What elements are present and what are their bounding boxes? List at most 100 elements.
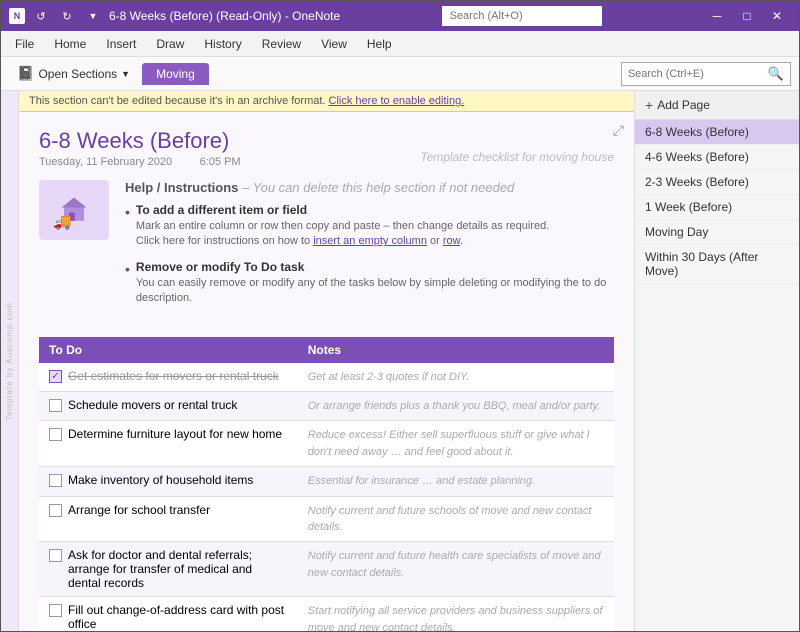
undo-btn[interactable]: ↺ bbox=[31, 6, 51, 26]
toolbar-left: 📓 Open Sections ▼ Moving bbox=[9, 61, 617, 86]
notes-text: Notify current and future health care sp… bbox=[308, 550, 601, 578]
todo-checkbox[interactable] bbox=[49, 399, 62, 412]
time-text: 6:05 PM bbox=[200, 156, 241, 168]
notes-text: Notify current and future schools of mov… bbox=[308, 505, 592, 533]
todo-text: Get estimates for movers or rental truck bbox=[68, 369, 279, 383]
watermark-strip: Template by Auscomp.com bbox=[1, 91, 19, 631]
search-input[interactable] bbox=[622, 65, 762, 83]
notes-cell: Get at least 2-3 quotes if not DIY. bbox=[298, 363, 614, 392]
date-text: Tuesday, 11 February 2020 bbox=[39, 156, 172, 168]
window-controls: ─ □ ✕ bbox=[703, 7, 791, 25]
close-btn[interactable]: ✕ bbox=[763, 7, 791, 25]
table-header-row: To Do Notes bbox=[39, 337, 614, 363]
help-remove-title: Remove or modify To Do task bbox=[136, 260, 614, 274]
title-search-input[interactable] bbox=[442, 6, 602, 26]
todo-cell: Arrange for school transfer bbox=[39, 496, 298, 542]
todo-text: Ask for doctor and dental referrals; arr… bbox=[68, 548, 288, 590]
onenote-icon: N bbox=[9, 8, 25, 24]
help-item-add-content: To add a different item or field Mark an… bbox=[136, 203, 549, 250]
minimize-btn[interactable]: ─ bbox=[703, 7, 731, 25]
insert-column-link[interactable]: insert an empty column bbox=[313, 235, 427, 247]
table-row: Make inventory of household items Essent… bbox=[39, 467, 614, 496]
toolbar-search: 🔍 bbox=[621, 62, 791, 86]
todo-table: To Do Notes ✓ Get estimates for movers o… bbox=[39, 337, 614, 631]
menu-view[interactable]: View bbox=[311, 34, 357, 54]
help-item-add: • To add a different item or field Mark … bbox=[125, 203, 614, 250]
table-row: ✓ Get estimates for movers or rental tru… bbox=[39, 363, 614, 392]
more-btn[interactable]: ▼ bbox=[83, 6, 103, 26]
enable-editing-link[interactable]: Click here to enable editing. bbox=[329, 95, 465, 107]
section-tab-moving[interactable]: Moving bbox=[142, 63, 209, 85]
add-page-button[interactable]: + Add Page bbox=[635, 91, 799, 120]
search-icon[interactable]: 🔍 bbox=[762, 63, 790, 85]
watermark-text: Template by Auscomp.com bbox=[5, 302, 14, 421]
todo-checkbox[interactable] bbox=[49, 604, 62, 617]
help-title: Help / Instructions – You can delete thi… bbox=[125, 180, 614, 195]
todo-checkbox[interactable]: ✓ bbox=[49, 370, 62, 383]
chevron-down-icon: ▼ bbox=[121, 69, 130, 79]
notes-cell: Reduce excess! Either sell superfluous s… bbox=[298, 421, 614, 467]
todo-text: Make inventory of household items bbox=[68, 473, 253, 487]
help-section: 🚚 Help / Instructions – You can delete t… bbox=[39, 180, 614, 317]
sidebar-page-item[interactable]: Within 30 Days (After Move) bbox=[635, 245, 799, 284]
todo-cell: Make inventory of household items bbox=[39, 467, 298, 496]
page-content: ⤢ 6-8 Weeks (Before) Tuesday, 11 Februar… bbox=[19, 112, 634, 631]
todo-checkbox[interactable] bbox=[49, 504, 62, 517]
notes-text: Essential for insurance … and estate pla… bbox=[308, 475, 535, 487]
menu-home[interactable]: Home bbox=[44, 34, 96, 54]
moving-truck-icon: 🚚 bbox=[39, 180, 109, 240]
sidebar-pages: 6-8 Weeks (Before)4-6 Weeks (Before)2-3 … bbox=[635, 120, 799, 631]
todo-text: Arrange for school transfer bbox=[68, 503, 210, 517]
right-sidebar: + Add Page 6-8 Weeks (Before)4-6 Weeks (… bbox=[634, 91, 799, 631]
warning-bar: This section can't be edited because it'… bbox=[19, 91, 634, 112]
help-add-text: Mark an entire column or row then copy a… bbox=[136, 219, 549, 250]
todo-text: Schedule movers or rental truck bbox=[68, 398, 237, 412]
redo-btn[interactable]: ↻ bbox=[57, 6, 77, 26]
sidebar-page-item[interactable]: 2-3 Weeks (Before) bbox=[635, 170, 799, 195]
help-item-remove-content: Remove or modify To Do task You can easi… bbox=[136, 260, 614, 307]
bullet-icon-2: • bbox=[125, 260, 130, 307]
help-subtitle-text: – You can delete this help section if no… bbox=[242, 180, 514, 195]
table-row: Fill out change-of-address card with pos… bbox=[39, 597, 614, 631]
open-sections-button[interactable]: 📓 Open Sections ▼ bbox=[9, 61, 138, 86]
window-title: 6-8 Weeks (Before) (Read-Only) - OneNote bbox=[109, 9, 340, 23]
notes-header: Notes bbox=[298, 337, 614, 363]
help-title-text: Help / Instructions bbox=[125, 180, 238, 195]
sidebar-page-item[interactable]: 6-8 Weeks (Before) bbox=[635, 120, 799, 145]
todo-header: To Do bbox=[39, 337, 298, 363]
warning-text: This section can't be edited because it'… bbox=[29, 95, 329, 107]
help-add-link-text: Click here for instructions on how to in… bbox=[136, 235, 463, 247]
notebook-icon: 📓 bbox=[17, 65, 34, 82]
open-sections-label: Open Sections bbox=[38, 67, 117, 81]
menu-insert[interactable]: Insert bbox=[96, 34, 146, 54]
plus-icon: + bbox=[645, 97, 653, 113]
sidebar-page-item[interactable]: 4-6 Weeks (Before) bbox=[635, 145, 799, 170]
notes-text: Or arrange friends plus a thank you BBQ,… bbox=[308, 400, 601, 412]
table-row: Arrange for school transfer Notify curre… bbox=[39, 496, 614, 542]
title-bar-left: N ↺ ↻ ▼ 6-8 Weeks (Before) (Read-Only) -… bbox=[9, 6, 340, 26]
restore-btn[interactable]: □ bbox=[733, 7, 761, 25]
title-bar: N ↺ ↻ ▼ 6-8 Weeks (Before) (Read-Only) -… bbox=[1, 1, 799, 31]
menu-review[interactable]: Review bbox=[252, 34, 311, 54]
help-remove-text: You can easily remove or modify any of t… bbox=[136, 276, 614, 307]
todo-checkbox[interactable] bbox=[49, 549, 62, 562]
todo-text: Fill out change-of-address card with pos… bbox=[68, 603, 288, 631]
help-content: Help / Instructions – You can delete thi… bbox=[125, 180, 614, 317]
expand-icon[interactable]: ⤢ bbox=[613, 122, 624, 139]
toolbar: 📓 Open Sections ▼ Moving 🔍 bbox=[1, 57, 799, 91]
todo-checkbox[interactable] bbox=[49, 428, 62, 441]
menu-file[interactable]: File bbox=[5, 34, 44, 54]
bullet-icon: • bbox=[125, 203, 130, 250]
notes-text: Get at least 2-3 quotes if not DIY. bbox=[308, 371, 470, 383]
todo-checkbox[interactable] bbox=[49, 474, 62, 487]
menu-help[interactable]: Help bbox=[357, 34, 402, 54]
sidebar-page-item[interactable]: 1 Week (Before) bbox=[635, 195, 799, 220]
sidebar-page-item[interactable]: Moving Day bbox=[635, 220, 799, 245]
main-area: Template by Auscomp.com This section can… bbox=[1, 91, 799, 631]
todo-cell: Schedule movers or rental truck bbox=[39, 391, 298, 420]
todo-cell: Ask for doctor and dental referrals; arr… bbox=[39, 542, 298, 597]
menu-draw[interactable]: Draw bbox=[146, 34, 194, 54]
todo-cell: Determine furniture layout for new home bbox=[39, 421, 298, 467]
insert-row-link[interactable]: row bbox=[443, 235, 460, 247]
menu-history[interactable]: History bbox=[194, 34, 251, 54]
